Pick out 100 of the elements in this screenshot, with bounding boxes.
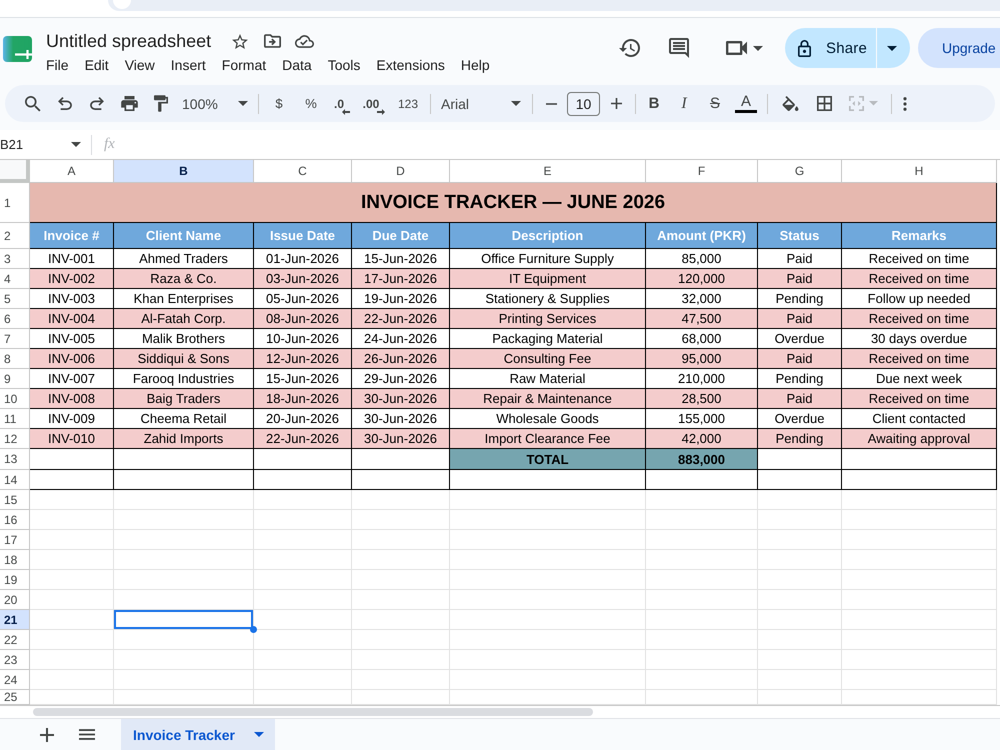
caret-icon (511, 101, 521, 106)
row-header[interactable]: 23 (0, 650, 30, 670)
add-sheet-icon[interactable] (40, 728, 54, 742)
row-header[interactable]: 2 (0, 223, 30, 249)
column-header[interactable]: C (254, 160, 352, 183)
redo-icon[interactable] (90, 97, 104, 110)
font-select[interactable]: Arial (441, 94, 521, 112)
minus-icon[interactable] (546, 102, 556, 104)
menu-item[interactable]: View (118, 55, 162, 75)
printer-icon[interactable] (120, 96, 138, 111)
row-header[interactable]: 15 (0, 490, 30, 510)
undo-icon[interactable] (58, 97, 72, 110)
row-header[interactable]: 9 (0, 369, 30, 389)
more-icon[interactable] (903, 96, 907, 110)
row-header[interactable]: 14 (0, 470, 30, 490)
name-box[interactable]: B21 (0, 137, 66, 152)
upgrade-button[interactable]: Upgrade (918, 28, 1000, 68)
table-cell: INV-010 (30, 429, 114, 449)
borders-icon[interactable] (816, 96, 832, 111)
table-cell: 47,500 (646, 309, 758, 329)
row-header[interactable]: 12 (0, 429, 30, 449)
table-header-cell: Invoice # (30, 223, 114, 249)
table-cell: 26-Jun-2026 (352, 349, 450, 369)
bold-button[interactable]: B (648, 94, 660, 112)
row-header[interactable]: 19 (0, 570, 30, 590)
folder-icon[interactable] (264, 34, 282, 48)
comment-icon[interactable] (669, 38, 689, 58)
row-header[interactable]: 22 (0, 630, 30, 650)
menu-item[interactable]: Format (214, 55, 274, 75)
column-header[interactable]: A (30, 160, 114, 183)
cloud-icon[interactable] (295, 34, 314, 48)
column-header[interactable]: E (450, 160, 646, 183)
row-header[interactable]: 20 (0, 590, 30, 610)
column-header[interactable]: B (114, 160, 254, 183)
row-header[interactable]: 17 (0, 530, 30, 550)
row-header[interactable]: 21 (0, 610, 30, 630)
menu-item[interactable]: File (39, 55, 76, 75)
star-icon[interactable] (232, 34, 248, 48)
table-cell: Paid (758, 349, 842, 369)
menu-item[interactable]: Data (275, 55, 319, 75)
row-header[interactable]: 25 (0, 690, 30, 705)
search-icon[interactable] (25, 96, 41, 112)
percent-button[interactable]: % (305, 94, 317, 112)
row-header[interactable]: 4 (0, 269, 30, 289)
sheet-tab[interactable]: Invoice Tracker (121, 718, 275, 750)
table-header-cell: Status (758, 223, 842, 249)
fill-handle-icon[interactable] (250, 626, 257, 633)
italic-button[interactable]: I (681, 94, 687, 112)
menu-item[interactable]: Insert (164, 55, 213, 75)
plus-icon[interactable] (610, 98, 622, 109)
column-header[interactable]: D (352, 160, 450, 183)
row-header[interactable]: 16 (0, 510, 30, 530)
share-button[interactable]: Share (785, 28, 876, 68)
table-cell: 03-Jun-2026 (254, 269, 352, 289)
increase-decimal-button[interactable]: .00 (362, 94, 386, 112)
spreadsheet-logo-icon[interactable] (3, 36, 32, 62)
strikethrough-button[interactable]: S (710, 94, 720, 112)
document-title[interactable]: Untitled spreadsheet (46, 29, 212, 53)
row-header[interactable]: 3 (0, 249, 30, 269)
menu-icon[interactable] (79, 729, 95, 740)
video-camera-icon[interactable] (726, 41, 747, 55)
column-header[interactable]: F (646, 160, 758, 183)
table-cell: Paid (758, 309, 842, 329)
decrease-decimal-button[interactable]: .0 (334, 94, 350, 112)
row-header[interactable]: 10 (0, 389, 30, 409)
row-header[interactable]: 8 (0, 349, 30, 369)
row-header[interactable]: 18 (0, 550, 30, 570)
table-cell: 30-Jun-2026 (352, 389, 450, 409)
table-cell: Consulting Fee (450, 349, 646, 369)
menu-item[interactable]: Tools (320, 55, 368, 75)
number-format-button[interactable]: 123 (398, 94, 418, 112)
table-cell: Received on time (842, 389, 997, 409)
column-header[interactable]: H (842, 160, 997, 183)
share-options-button[interactable] (877, 28, 910, 68)
table-header-cell: Remarks (842, 223, 997, 249)
row-header[interactable]: 1 (0, 183, 30, 223)
row-header[interactable]: 7 (0, 329, 30, 349)
scrollbar-thumb[interactable] (33, 708, 593, 716)
row-header[interactable]: 6 (0, 309, 30, 329)
font-size-field[interactable]: 10 (567, 92, 600, 116)
text-color-button[interactable]: A (735, 94, 757, 113)
currency-button[interactable]: $ (275, 94, 283, 112)
formula-label: fx (104, 136, 115, 153)
column-header[interactable]: G (758, 160, 842, 183)
menu-item[interactable]: Help (454, 55, 497, 75)
row-header[interactable]: 11 (0, 409, 30, 429)
paint-bucket-icon[interactable] (782, 96, 798, 111)
row-header[interactable]: 24 (0, 670, 30, 690)
table-cell: Paid (758, 389, 842, 409)
table-cell: 30-Jun-2026 (352, 429, 450, 449)
zoom-select[interactable]: 100% (182, 94, 248, 112)
menu-item[interactable]: Extensions (369, 55, 452, 75)
table-cell: Paid (758, 269, 842, 289)
history-icon[interactable] (618, 39, 640, 57)
selected-cell[interactable] (114, 610, 254, 630)
table-cell: Received on time (842, 349, 997, 369)
paint-roller-icon[interactable] (154, 95, 168, 112)
row-header[interactable]: 13 (0, 449, 30, 470)
row-header[interactable]: 5 (0, 289, 30, 309)
menu-item[interactable]: Edit (78, 55, 116, 75)
